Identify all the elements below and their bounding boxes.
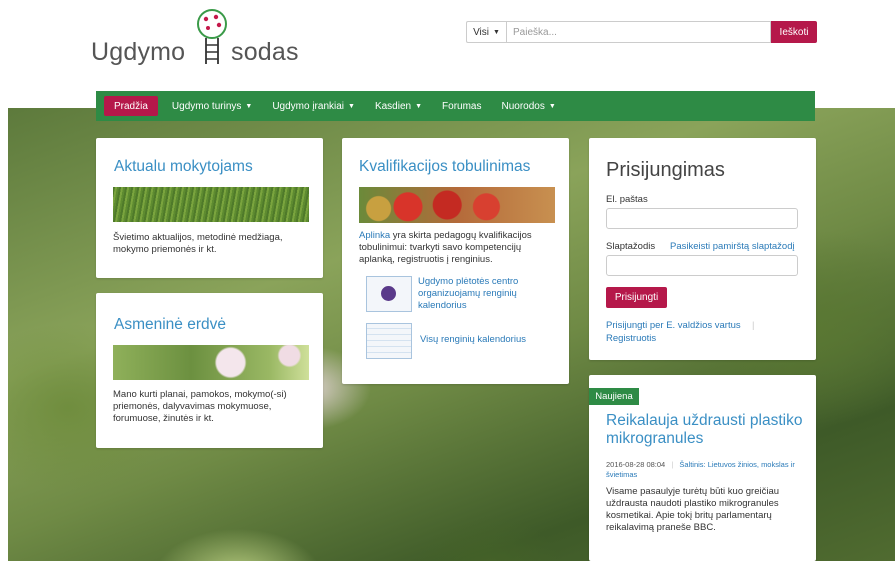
personal-space-card[interactable]: Asmeninė erdvė Mano kurti planai, pamoko…: [96, 293, 323, 448]
nav-item-links[interactable]: Nuorodos ▼: [491, 96, 565, 116]
qualification-card[interactable]: Kvalifikacijos tobulinimas Aplinka yra s…: [342, 138, 569, 384]
search-scope-select[interactable]: Visi ▼: [466, 21, 506, 43]
personal-space-title: Asmeninė erdvė: [114, 316, 227, 333]
meta-divider: |: [671, 460, 674, 469]
qualification-card-title: Kvalifikacijos tobulinimas: [359, 158, 531, 175]
personal-space-text: Mano kurti planai, pamokos, mokymo(-si) …: [113, 389, 287, 424]
calendar-thumb-2[interactable]: [366, 323, 412, 359]
teachers-card-title: Aktualu mokytojams: [114, 158, 253, 175]
login-button[interactable]: Prisijungti: [606, 287, 667, 308]
logo-text-part1: Ugdymo: [91, 38, 186, 66]
chevron-down-icon: ▼: [245, 102, 253, 110]
news-card: Naujiena Reikalauja uždrausti plastiko m…: [589, 375, 816, 561]
nav-label: Nuorodos: [501, 100, 545, 112]
nav-item-forum[interactable]: Forumas: [432, 96, 491, 116]
search-scope-value: Visi: [473, 26, 489, 38]
calendar-link-2[interactable]: Visų renginių kalendorius: [420, 334, 550, 346]
register-link[interactable]: Registruotis: [606, 333, 656, 344]
chevron-down-icon: ▼: [415, 102, 423, 110]
search-placeholder: Paieška...: [513, 26, 557, 38]
nav-label: Kasdien: [374, 100, 412, 112]
news-meta: 2016-08-28 08:04 | Šaltinis: Lietuvos ži…: [606, 460, 806, 480]
nav-label: Pradžia: [114, 100, 148, 112]
password-label: Slaptažodis: [606, 241, 656, 252]
chevron-down-icon: ▼: [493, 28, 500, 36]
grass-image: [113, 187, 309, 222]
aplinka-link[interactable]: Aplinka: [359, 230, 390, 241]
login-card: Prisijungimas El. paštas Slaptažodis Pas…: [589, 138, 816, 360]
divider: |: [752, 320, 755, 331]
nav-label: Forumas: [442, 100, 482, 112]
uc-badge-icon: [381, 286, 396, 301]
nav-item-content[interactable]: Ugdymo turinys ▼: [162, 96, 262, 116]
news-date: 2016-08-28 08:04: [606, 460, 666, 469]
nav-item-home[interactable]: Pradžia: [104, 96, 158, 116]
search-bar: Visi ▼ Paieška... Ieškoti: [466, 21, 817, 43]
site-logo[interactable]: Ugdymo sodas: [91, 8, 321, 68]
login-title: Prisijungimas: [606, 159, 725, 181]
gov-login-link[interactable]: Prisijungti per E. valdžios vartus: [606, 320, 741, 331]
nav-label: Ugdymo turinys: [171, 100, 242, 112]
chevron-down-icon: ▼: [348, 102, 355, 110]
teachers-card-text: Švietimo aktualijos, metodinė medžiaga, …: [113, 232, 283, 255]
search-button[interactable]: Ieškoti: [771, 21, 817, 43]
search-input[interactable]: Paieška...: [506, 21, 771, 43]
nav-item-daily[interactable]: Kasdien ▼: [365, 96, 432, 116]
teachers-card[interactable]: Aktualu mokytojams Švietimo aktualijos, …: [96, 138, 323, 278]
apples-image: [359, 187, 555, 223]
forgot-password-link[interactable]: Pasikeisti pamirštą slaptažodį: [670, 241, 795, 252]
news-title[interactable]: Reikalauja uždrausti plastiko mikrogranu…: [606, 412, 806, 448]
password-field[interactable]: [606, 255, 798, 276]
email-field[interactable]: [606, 208, 798, 229]
email-label: El. paštas: [606, 194, 648, 205]
blossom-image: [113, 345, 309, 380]
nav-item-tools[interactable]: Ugdymo įrankiai ▼: [262, 96, 365, 116]
qualification-card-text: Aplinka yra skirta pedagogų kvalifikacij…: [359, 230, 555, 266]
news-body: Visame pasaulyje turėtų būti kuo greičia…: [606, 486, 780, 533]
news-badge: Naujiena: [589, 388, 639, 405]
tree-icon: [197, 9, 227, 64]
chevron-down-icon: ▼: [548, 102, 556, 110]
logo-text-part2: sodas: [231, 38, 299, 66]
calendar-link-1[interactable]: Ugdymo plėtotės centro organizuojamų ren…: [418, 276, 548, 312]
main-nav: Pradžia Ugdymo turinys ▼ Ugdymo įrankiai ▼…: [96, 91, 815, 121]
calendar-thumb-1[interactable]: [366, 276, 412, 312]
nav-label: Ugdymo įrankiai: [272, 100, 345, 112]
